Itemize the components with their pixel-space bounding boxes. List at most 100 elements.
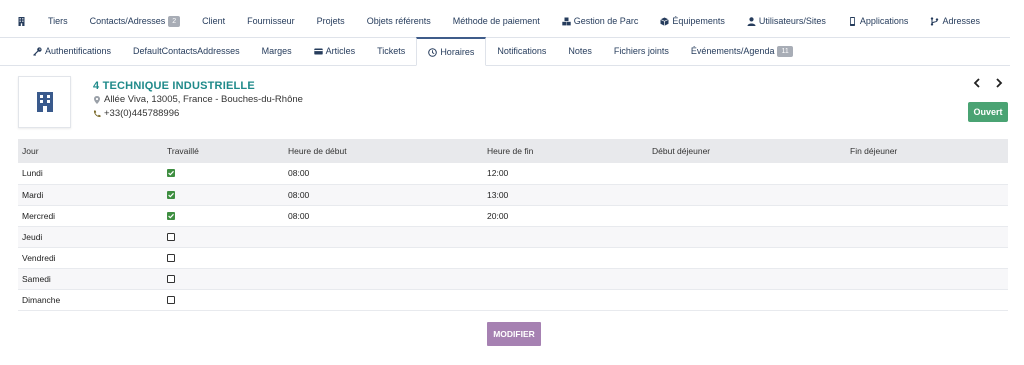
previous-record-button[interactable] (971, 76, 983, 90)
company-phone: +33(0)445788996 (104, 108, 180, 119)
day-cell: Mercredi (18, 205, 163, 227)
record-navigation (971, 76, 1005, 90)
user-icon (747, 16, 756, 26)
tab-notes[interactable]: Notes (557, 37, 603, 65)
tab-label: Fichiers joints (613, 46, 669, 56)
checkbox-checked-icon[interactable] (167, 190, 284, 199)
tab-label: Fournisseur (247, 16, 295, 26)
worked-cell (163, 163, 284, 185)
worked-cell (163, 226, 284, 248)
tab-notifications[interactable]: Notifications (486, 37, 557, 65)
start-time-cell (284, 268, 483, 290)
tab-methode-de-paiement[interactable]: Méthode de paiement (442, 7, 551, 37)
lunch-end-cell (846, 247, 1008, 269)
tab-label: Utilisateurs/Sites (758, 16, 826, 26)
checkbox-unchecked-icon[interactable] (167, 274, 284, 283)
tab-projets[interactable]: Projets (306, 7, 356, 37)
tab-fournisseur[interactable]: Fournisseur (236, 7, 306, 37)
tab-label: Projets (316, 16, 345, 26)
worked-cell (163, 184, 284, 206)
day-cell: Lundi (18, 163, 163, 185)
lunch-end-cell (846, 163, 1008, 185)
tab-defaultcontactsaddresses[interactable]: DefaultContactsAddresses (122, 37, 251, 65)
tab-label: Notifications (497, 46, 547, 56)
company-name[interactable]: 4 TECHNIQUE INDUSTRIELLE (93, 79, 303, 93)
checkbox-unchecked-icon[interactable] (167, 295, 284, 304)
tab-label: Notes (568, 46, 592, 56)
col-header-end: Heure de fin (483, 139, 648, 163)
schedule-body: Lundi 08:00 12:00 Mardi 08:00 13:00 Mercredi 08… (18, 163, 1008, 311)
checkbox-checked-icon[interactable] (167, 211, 284, 220)
next-record-button[interactable] (993, 76, 1005, 90)
table-row: Mercredi 08:00 20:00 (18, 205, 1008, 227)
lunch-end-cell (846, 268, 1008, 290)
building-icon (17, 16, 26, 26)
company-info: 4 TECHNIQUE INDUSTRIELLE Allée Viva, 130… (93, 79, 303, 121)
tab-tickets[interactable]: Tickets (366, 37, 416, 65)
lunch-start-cell (648, 289, 846, 311)
tab-label: Client (202, 16, 226, 26)
tab-authentifications[interactable]: Authentifications (22, 37, 122, 65)
tab-tiers[interactable]: Tiers (37, 7, 79, 37)
tab-fichiers-joints[interactable]: Fichiers joints (603, 37, 680, 65)
map-marker-icon (94, 96, 100, 104)
building-icon (36, 92, 53, 112)
end-time-cell: 13:00 (483, 184, 648, 206)
company-address: Allée Viva, 13005, France - Bouches-du-R… (104, 94, 303, 105)
day-cell: Mardi (18, 184, 163, 206)
lunch-start-cell (648, 163, 846, 185)
code-branch-icon (930, 16, 939, 26)
lunch-end-cell (846, 205, 1008, 227)
tab-equipements[interactable]: Équipements (649, 7, 736, 37)
tab-client[interactable]: Client (191, 7, 236, 37)
lunch-start-cell (648, 226, 846, 248)
tab-applications[interactable]: Applications (837, 7, 920, 37)
col-header-worked: Travaillé (163, 139, 284, 163)
checkbox-unchecked-icon[interactable] (167, 253, 284, 262)
table-row: Jeudi (18, 226, 1008, 248)
chevron-left-icon (973, 78, 980, 88)
tab-label: Marges (261, 46, 292, 56)
tab-contacts-adresses[interactable]: Contacts/Adresses 2 (79, 7, 191, 37)
secondary-tabs: Authentifications DefaultContactsAddresse… (0, 37, 1010, 66)
tab-label: Authentifications (45, 46, 112, 56)
tab-label: Applications (859, 16, 909, 26)
start-time-cell: 08:00 (284, 163, 483, 185)
tab-evenements-agenda[interactable]: Événements/Agenda 11 (680, 37, 804, 65)
tab-label: Tiers (48, 16, 68, 26)
tab-label: DefaultContactsAddresses (133, 46, 240, 56)
checkbox-checked-icon[interactable] (167, 169, 284, 178)
schedule-table: Jour Travaillé Heure de début Heure de f… (18, 139, 1008, 311)
tab-marges[interactable]: Marges (251, 37, 303, 65)
tab-articles[interactable]: Articles (303, 37, 367, 65)
tab-adresses[interactable]: Adresses (919, 7, 991, 37)
mobile-icon (848, 16, 857, 26)
tab-label: Adresses (942, 16, 980, 26)
end-time-cell (483, 289, 648, 311)
main-tabs: Tiers Contacts/Adresses 2 Client Fournisseur… (0, 0, 1010, 38)
start-time-cell: 08:00 (284, 205, 483, 227)
tab-objets-referents[interactable]: Objets référents (356, 7, 442, 37)
count-badge: 2 (168, 15, 181, 27)
lunch-start-cell (648, 184, 846, 206)
lunch-start-cell (648, 247, 846, 269)
cubes-icon (562, 17, 571, 26)
schedule-header-row: Jour Travaillé Heure de début Heure de f… (18, 139, 1008, 163)
tab-label: Horaires (440, 47, 475, 57)
day-cell: Vendredi (18, 247, 163, 269)
company-logo (18, 76, 71, 128)
modify-button[interactable]: MODIFIER (487, 322, 541, 346)
worked-cell (163, 247, 284, 269)
worked-cell (163, 205, 284, 227)
tab-gestion-de-parc[interactable]: Gestion de Parc (551, 7, 650, 37)
table-row: Dimanche (18, 289, 1008, 311)
tab-utilisateurs-sites[interactable]: Utilisateurs/Sites (736, 7, 837, 37)
start-time-cell (284, 289, 483, 311)
tab-building-icon[interactable] (6, 7, 37, 37)
tab-horaires[interactable]: Horaires (416, 37, 487, 66)
clock-icon (428, 47, 438, 57)
lunch-start-cell (648, 268, 846, 290)
end-time-cell: 12:00 (483, 163, 648, 185)
end-time-cell (483, 226, 648, 248)
checkbox-unchecked-icon[interactable] (167, 232, 284, 241)
